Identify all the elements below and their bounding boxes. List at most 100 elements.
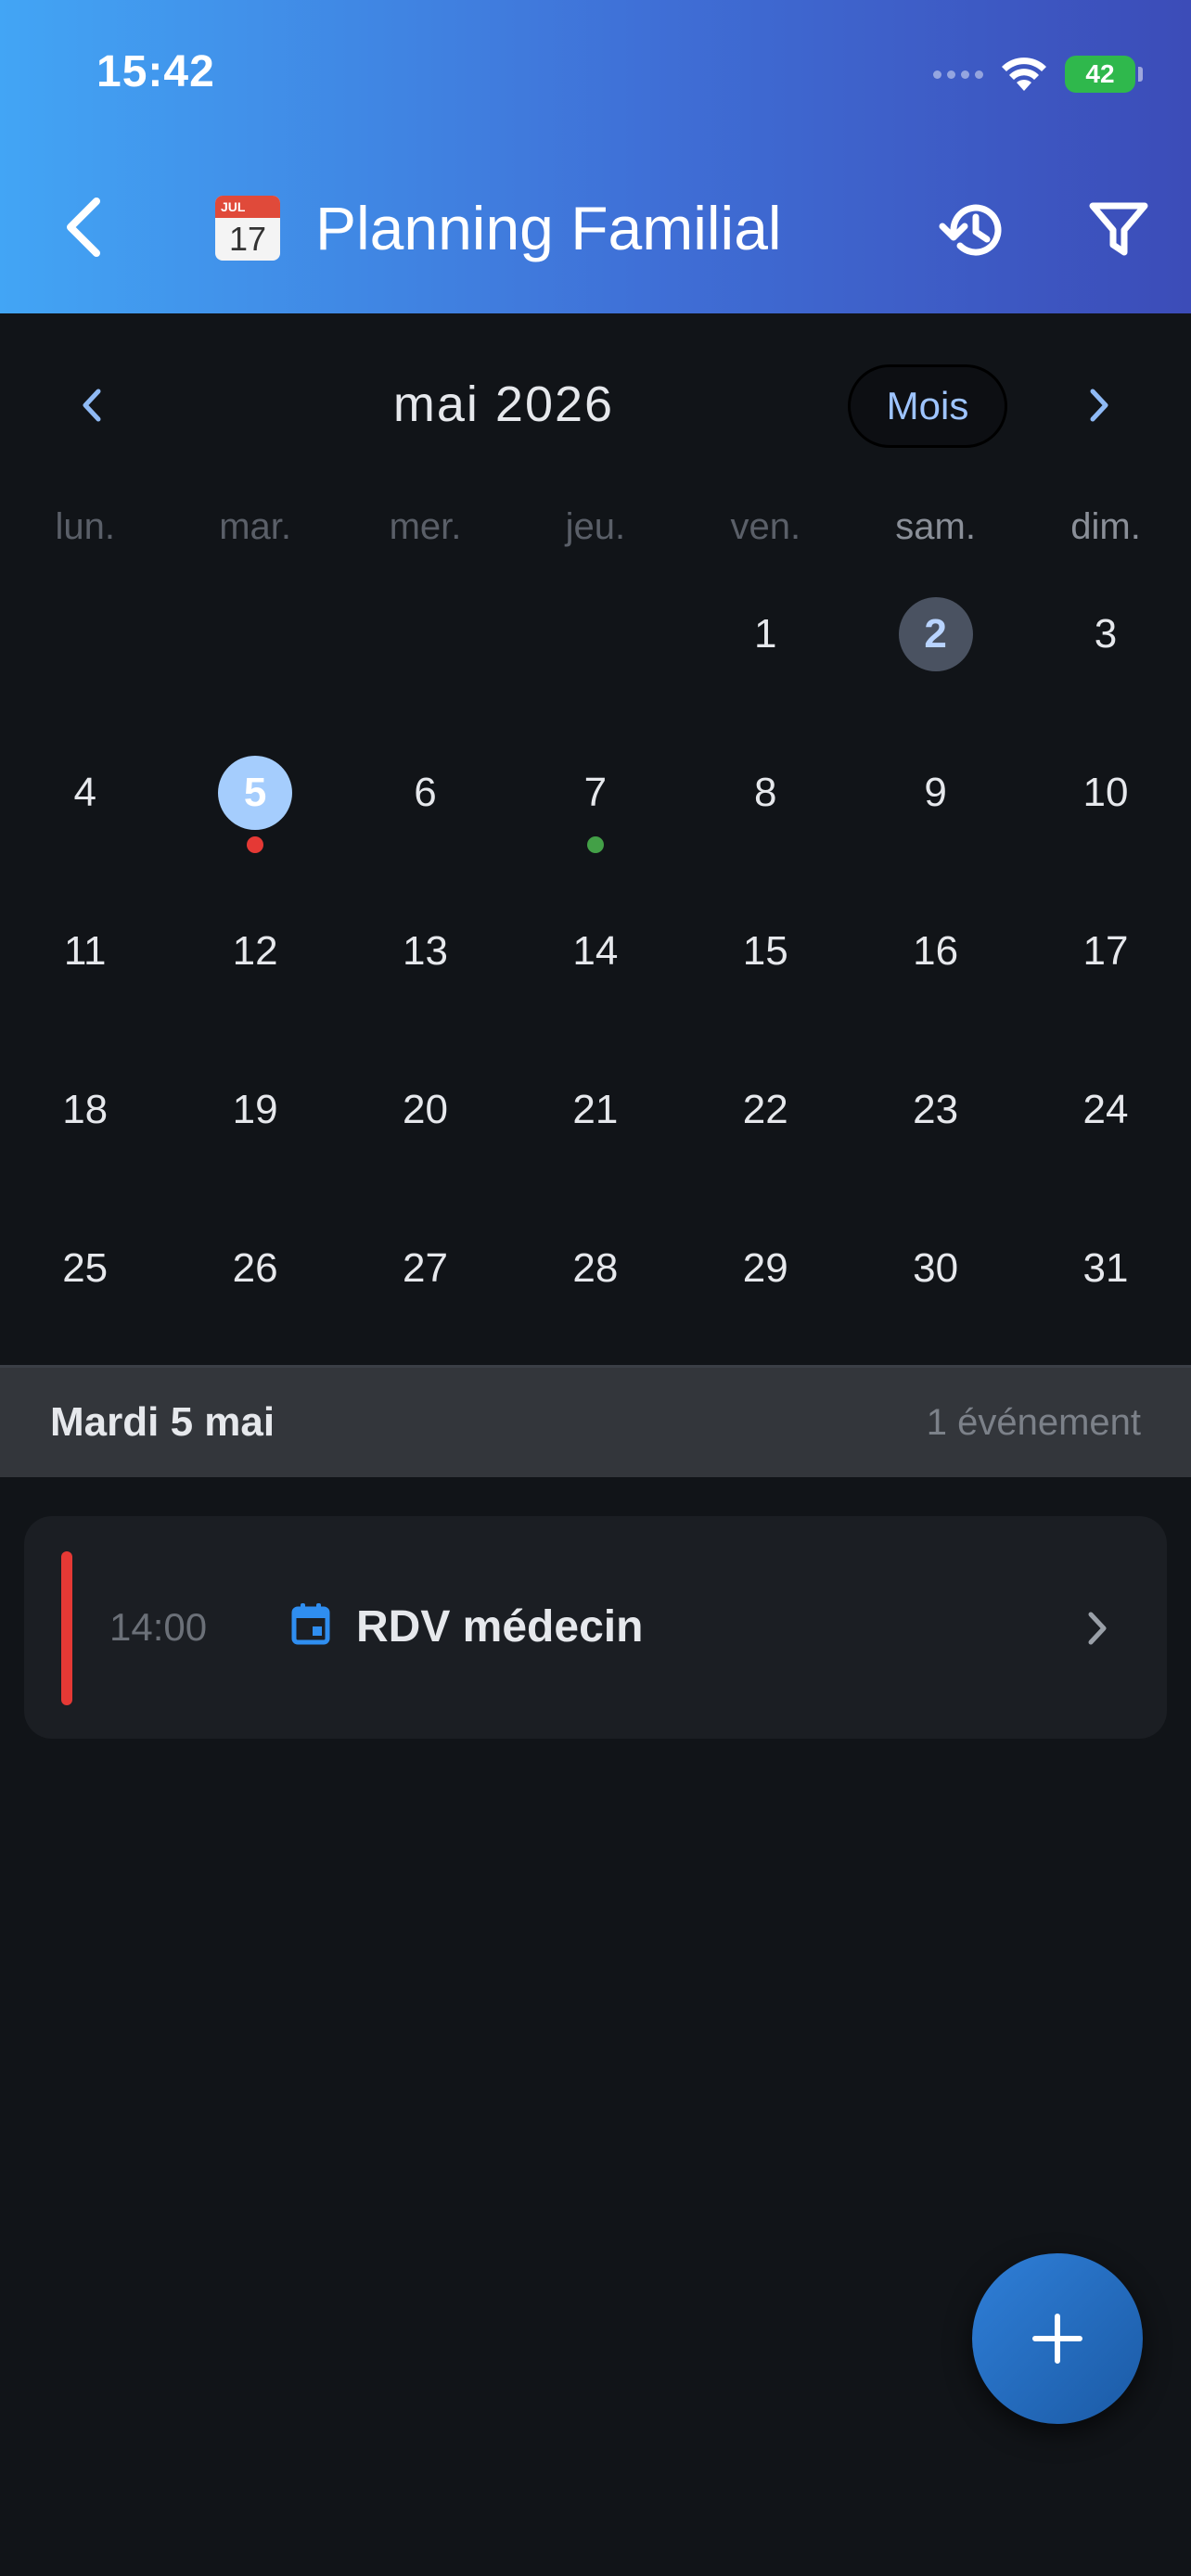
calendar-day[interactable]: 27 — [340, 1181, 510, 1340]
calendar-event-icon — [291, 1603, 330, 1645]
calendar-day[interactable]: 15 — [681, 864, 851, 1023]
calendar-day-empty — [170, 547, 339, 706]
calendar-day-number: 21 — [572, 1087, 619, 1132]
calendar-day[interactable]: 2 — [851, 547, 1020, 706]
calendar-day-number: 8 — [754, 770, 777, 815]
calendar-day[interactable]: 28 — [510, 1181, 680, 1340]
calendar-day[interactable]: 29 — [681, 1181, 851, 1340]
calendar-week-row: 25 26 27 28 29 30 31 — [0, 1181, 1191, 1340]
calendar-day[interactable]: 13 — [340, 864, 510, 1023]
app-title-wrap: JUL 17 Planning Familial — [215, 193, 782, 263]
calendar-day[interactable]: 7 — [510, 706, 680, 864]
calendar-day-number: 6 — [414, 770, 437, 815]
calendar-day-number: 26 — [232, 1245, 278, 1291]
weekday-label: ven. — [730, 506, 801, 547]
wifi-icon — [1002, 57, 1046, 91]
event-title: RDV médecin — [356, 1602, 644, 1651]
calendar-day-number: 13 — [402, 928, 448, 974]
calendar-emoji-day: 17 — [228, 220, 267, 258]
calendar-day-number: 20 — [402, 1087, 448, 1132]
calendar-day[interactable]: 6 — [340, 706, 510, 864]
calendar-day-number: 18 — [62, 1087, 109, 1132]
plus-icon — [1032, 2314, 1082, 2364]
weekday-header: lun. mar. mer. jeu. ven. sam. dim. — [0, 506, 1191, 548]
weekday-label: sam. — [895, 506, 976, 547]
event-time: 14:00 — [109, 1605, 208, 1649]
calendar-day-number: 23 — [913, 1087, 959, 1132]
calendar-day[interactable]: 16 — [851, 864, 1020, 1023]
back-chevron-icon[interactable] — [58, 190, 113, 264]
calendar-day[interactable]: 22 — [681, 1023, 851, 1181]
calendar-day[interactable]: 3 — [1020, 547, 1190, 706]
calendar-day-empty — [0, 547, 170, 706]
calendar-day[interactable]: 14 — [510, 864, 680, 1023]
calendar-day-number: 3 — [1094, 611, 1118, 657]
weekday-label: mer. — [389, 506, 462, 547]
calendar-day[interactable]: 23 — [851, 1023, 1020, 1181]
calendar-day-number: 10 — [1082, 770, 1129, 815]
calendar-day-number: 25 — [62, 1245, 109, 1291]
battery-icon: 42 — [1065, 56, 1143, 93]
calendar-day-number: 11 — [63, 928, 107, 974]
calendar-day[interactable]: 18 — [0, 1023, 170, 1181]
calendar-day[interactable]: 10 — [1020, 706, 1190, 864]
calendar-week-row: 18 19 20 21 22 23 24 — [0, 1023, 1191, 1181]
add-event-button[interactable] — [972, 2253, 1143, 2424]
calendar-day-empty — [340, 547, 510, 706]
selected-day-header: Mardi 5 mai 1 événement — [0, 1368, 1191, 1477]
calendar-emoji-icon: JUL 17 — [215, 196, 280, 261]
calendar-day[interactable]: 12 — [170, 864, 339, 1023]
calendar-day-number: 7 — [583, 770, 608, 815]
calendar-day-empty — [510, 547, 680, 706]
calendar-day[interactable]: 9 — [851, 706, 1020, 864]
calendar-day[interactable]: 31 — [1020, 1181, 1190, 1340]
history-icon[interactable] — [935, 193, 1009, 267]
calendar-day[interactable]: 24 — [1020, 1023, 1190, 1181]
calendar-day-number: 16 — [913, 928, 959, 974]
calendar-day[interactable]: 20 — [340, 1023, 510, 1181]
calendar-day[interactable]: 5 — [170, 706, 339, 864]
event-card[interactable]: 14:00 RDV médecin — [24, 1516, 1167, 1739]
calendar-day-number: 22 — [742, 1087, 788, 1132]
calendar-week-row: 1 2 3 — [0, 547, 1191, 706]
calendar-day[interactable]: 1 — [681, 547, 851, 706]
calendar-day-number: 24 — [1082, 1087, 1129, 1132]
calendar-emoji-month: JUL — [215, 196, 280, 218]
calendar-day[interactable]: 30 — [851, 1181, 1020, 1340]
chevron-right-icon — [1088, 1612, 1107, 1645]
calendar-day[interactable]: 11 — [0, 864, 170, 1023]
weekday-label: jeu. — [565, 506, 626, 547]
calendar-day-number: 14 — [572, 928, 619, 974]
weekday-label: mar. — [219, 506, 291, 547]
calendar-day-number: 1 — [754, 611, 777, 657]
calendar-day-number: 2 — [898, 597, 973, 671]
app-header: 15:42 42 JUL 17 Planning Familial — [0, 0, 1191, 313]
calendar-day[interactable]: 8 — [681, 706, 851, 864]
event-indicator-dot — [247, 836, 264, 853]
calendar-day-number: 17 — [1082, 928, 1129, 974]
calendar-day[interactable]: 26 — [170, 1181, 339, 1340]
view-mode-toggle[interactable]: Mois — [848, 364, 1007, 448]
calendar-day-number: 12 — [232, 928, 278, 974]
calendar-day[interactable]: 17 — [1020, 864, 1190, 1023]
next-month-chevron-icon[interactable] — [1082, 382, 1119, 428]
selected-day-title: Mardi 5 mai — [50, 1399, 275, 1445]
page-title: Planning Familial — [315, 194, 782, 262]
calendar-day-number: 9 — [924, 770, 947, 815]
event-count: 1 événement — [926, 1401, 1141, 1443]
calendar-day-number: 27 — [402, 1245, 448, 1291]
calendar-day[interactable]: 19 — [170, 1023, 339, 1181]
calendar-week-row: 11 12 13 14 15 16 17 — [0, 864, 1191, 1023]
calendar-day[interactable]: 4 — [0, 706, 170, 864]
calendar-day-number: 19 — [232, 1087, 278, 1132]
calendar-day[interactable]: 21 — [510, 1023, 680, 1181]
battery-level: 42 — [1085, 59, 1115, 88]
status-time: 15:42 — [96, 47, 215, 96]
calendar-day-number: 15 — [742, 928, 788, 974]
event-indicator-dot — [586, 836, 604, 853]
calendar-day[interactable]: 25 — [0, 1181, 170, 1340]
filter-icon[interactable] — [1085, 195, 1152, 261]
event-color-bar — [61, 1551, 72, 1705]
calendar-day-number: 5 — [218, 756, 293, 830]
calendar-day-number: 31 — [1082, 1245, 1129, 1291]
